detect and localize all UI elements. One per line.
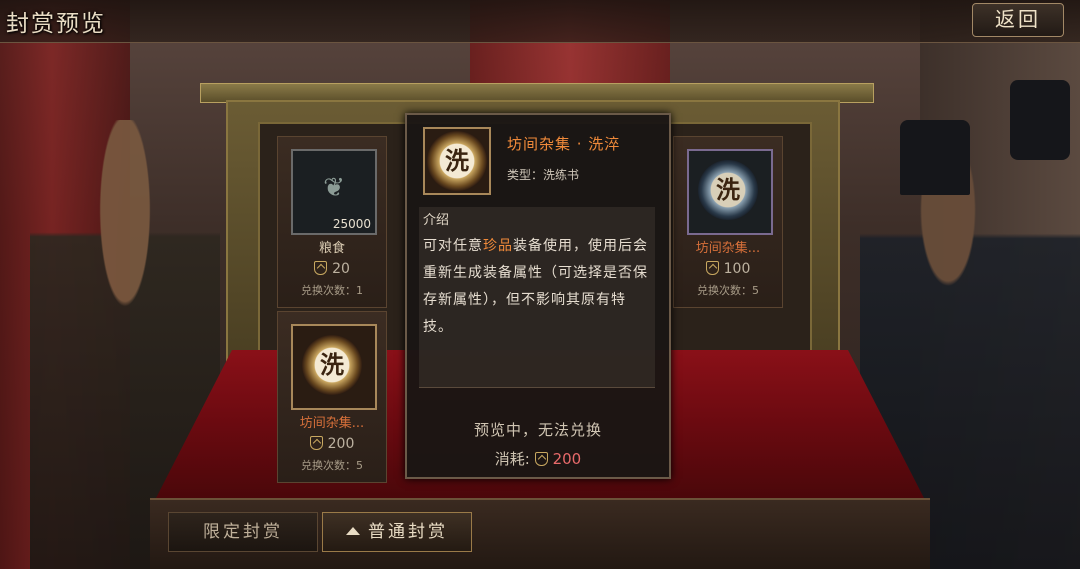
cost-line: 消耗: 200 (494, 450, 582, 468)
shield-icon (314, 261, 328, 275)
official-hat (1010, 80, 1070, 160)
item-name: 坊间杂集... (299, 416, 365, 431)
back-button[interactable]: 返回 (972, 3, 1064, 37)
item-description: 可对任意珍品装备使用，使用后会重新生成装备属性（可选择是否保存新属性），但不影响… (423, 238, 648, 335)
wash-coin-blue-icon: 洗 (698, 160, 758, 220)
preview-status: 预览中，无法兑换 (473, 421, 602, 439)
item-tooltip: 洗 坊间杂集 · 洗淬 类型：洗练书 介绍 可对任意珍品装备使用，使用后会重新生… (405, 113, 671, 479)
top-bar: 封赏预览 返回 (0, 0, 1080, 43)
wash-coin-icon: 洗 (427, 131, 487, 191)
intro-heading: 介绍 (423, 213, 450, 228)
exchange-times: 兑换次数：5 (697, 284, 759, 297)
item-name: 坊间杂集... (695, 241, 761, 256)
item-frame: ❦ 25000 (291, 149, 377, 235)
item-frame: 洗 (291, 324, 377, 410)
reward-card-wash-book[interactable]: 洗 坊间杂集... 200 兑换次数：5 (277, 311, 387, 483)
item-frame: 洗 (687, 149, 773, 235)
item-cost: 100 (674, 261, 782, 277)
exchange-times: 兑换次数：5 (301, 459, 363, 472)
grain-icon: ❦ (323, 173, 345, 203)
item-name: 粮食 (318, 241, 345, 256)
item-icon-frame: 洗 (423, 127, 491, 195)
shield-icon (309, 436, 323, 450)
triangle-up-icon (346, 527, 360, 535)
exchange-times: 兑换次数：1 (301, 284, 363, 297)
quality-highlight: 珍品 (483, 238, 513, 254)
item-cost: 20 (278, 261, 386, 277)
item-title: 坊间杂集 · 洗淬 (507, 135, 621, 153)
description-panel: 介绍 可对任意珍品装备使用，使用后会重新生成装备属性（可选择是否保存新属性），但… (419, 207, 655, 388)
shield-icon (534, 452, 548, 466)
shield-icon (705, 261, 719, 275)
page-title: 封赏预览 (6, 11, 106, 37)
item-quantity: 25000 (332, 217, 371, 231)
reward-card-wash-book[interactable]: 洗 坊间杂集... 100 兑换次数：5 (673, 136, 783, 308)
reward-card-grain[interactable]: ❦ 25000 粮食 20 兑换次数：1 (277, 136, 387, 308)
tab-limited-reward[interactable]: 限定封赏 (168, 512, 318, 552)
item-type: 类型：洗练书 (507, 168, 580, 182)
wash-coin-icon: 洗 (302, 335, 362, 395)
item-cost: 200 (278, 436, 386, 452)
tab-normal-reward[interactable]: 普通封赏 (322, 512, 472, 552)
official-hat (900, 120, 970, 195)
